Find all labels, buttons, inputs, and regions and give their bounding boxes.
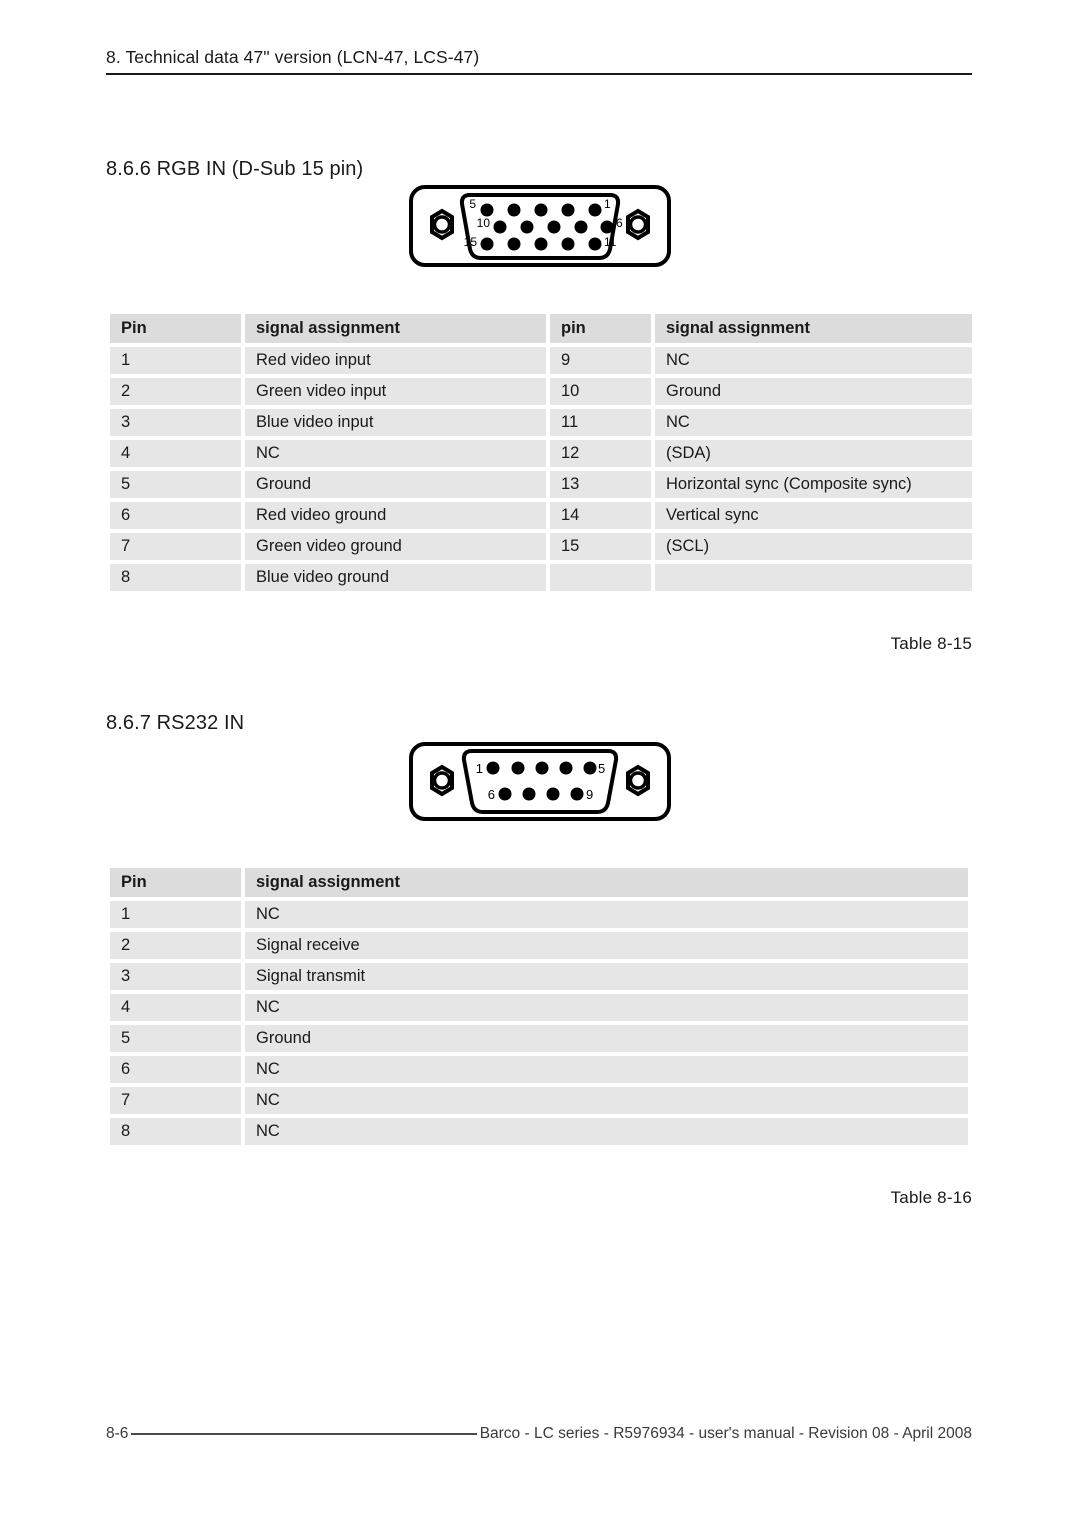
table-row: 5 Ground 13 Horizontal sync (Composite s… bbox=[110, 471, 972, 498]
column-header-pin-right: pin bbox=[550, 314, 651, 343]
table-caption-8-16: Table 8-16 bbox=[890, 1188, 972, 1207]
cell-pin: 8 bbox=[110, 1118, 241, 1145]
svg-text:1: 1 bbox=[476, 761, 483, 776]
svg-text:6: 6 bbox=[616, 216, 623, 230]
cell-pin: 14 bbox=[550, 502, 651, 529]
header-rule bbox=[106, 73, 972, 75]
svg-text:1: 1 bbox=[604, 197, 611, 211]
document-page: 8. Technical data 47" version (LCN-47, L… bbox=[0, 0, 1080, 1528]
rs232-pin-assignment-table: Pin signal assignment 1 NC 2 Signal rece… bbox=[106, 864, 972, 1149]
cell-pin: 4 bbox=[110, 994, 241, 1021]
cell-signal: Ground bbox=[245, 1025, 968, 1052]
cell-pin: 7 bbox=[110, 533, 241, 560]
cell-signal: Ground bbox=[655, 378, 972, 405]
cell-pin: 5 bbox=[110, 1025, 241, 1052]
chapter-title: 8. Technical data 47" version (LCN-47, L… bbox=[106, 47, 480, 67]
cell-signal: Blue video ground bbox=[245, 564, 546, 591]
cell-signal: NC bbox=[655, 409, 972, 436]
page-footer: 8-6 Barco - LC series - R5976934 - user'… bbox=[106, 1425, 972, 1443]
table-row: 3 Signal transmit bbox=[110, 963, 968, 990]
cell-signal: Green video input bbox=[245, 378, 546, 405]
table-row: 7 NC bbox=[110, 1087, 968, 1114]
cell-signal: (SDA) bbox=[655, 440, 972, 467]
cell-pin: 1 bbox=[110, 901, 241, 928]
table-header-row: Pin signal assignment pin signal assignm… bbox=[110, 314, 972, 343]
cell-signal: Signal transmit bbox=[245, 963, 968, 990]
cell-signal: Ground bbox=[245, 471, 546, 498]
cell-signal: NC bbox=[245, 1118, 968, 1145]
cell-pin: 10 bbox=[550, 378, 651, 405]
svg-text:5: 5 bbox=[469, 197, 476, 211]
cell-signal: Horizontal sync (Composite sync) bbox=[655, 471, 972, 498]
cell-pin: 15 bbox=[550, 533, 651, 560]
column-header-signal: signal assignment bbox=[245, 868, 968, 897]
svg-text:6: 6 bbox=[488, 787, 495, 802]
svg-text:11: 11 bbox=[604, 235, 617, 249]
rgb-pin-assignment-table: Pin signal assignment pin signal assignm… bbox=[106, 310, 976, 595]
column-header-signal-left: signal assignment bbox=[245, 314, 546, 343]
table-header-row: Pin signal assignment bbox=[110, 868, 968, 897]
cell-signal: Blue video input bbox=[245, 409, 546, 436]
footer-imprint: Barco - LC series - R5976934 - user's ma… bbox=[479, 1425, 972, 1442]
cell-pin: 12 bbox=[550, 440, 651, 467]
svg-text:9: 9 bbox=[586, 787, 593, 802]
cell-pin: 6 bbox=[110, 502, 241, 529]
cell-pin: 4 bbox=[110, 440, 241, 467]
table-row: 6 NC bbox=[110, 1056, 968, 1083]
table-row: 4 NC 12 (SDA) bbox=[110, 440, 972, 467]
column-header-pin-left: Pin bbox=[110, 314, 241, 343]
section-heading-rgb-in: 8.6.6 RGB IN (D-Sub 15 pin) bbox=[106, 158, 364, 180]
cell-pin-empty bbox=[550, 564, 651, 591]
cell-pin: 9 bbox=[550, 347, 651, 374]
dsub9-connector-diagram: 1 5 6 9 bbox=[408, 740, 672, 826]
cell-pin: 13 bbox=[550, 471, 651, 498]
section-heading-rs232-in: 8.6.7 RS232 IN bbox=[106, 712, 245, 734]
table-row: 7 Green video ground 15 (SCL) bbox=[110, 533, 972, 560]
cell-pin: 2 bbox=[110, 932, 241, 959]
cell-signal-empty bbox=[655, 564, 972, 591]
cell-signal: Red video input bbox=[245, 347, 546, 374]
table-row: 3 Blue video input 11 NC bbox=[110, 409, 972, 436]
dsub15-connector-diagram: 5 1 10 6 15 11 bbox=[408, 183, 672, 273]
table-row: 1 NC bbox=[110, 901, 968, 928]
cell-signal: Signal receive bbox=[245, 932, 968, 959]
svg-text:10: 10 bbox=[477, 216, 491, 230]
table-row: 8 NC bbox=[110, 1118, 968, 1145]
svg-text:5: 5 bbox=[598, 761, 605, 776]
cell-pin: 2 bbox=[110, 378, 241, 405]
table-row: 1 Red video input 9 NC bbox=[110, 347, 972, 374]
table-row: 5 Ground bbox=[110, 1025, 968, 1052]
cell-pin: 7 bbox=[110, 1087, 241, 1114]
table-row: 2 Green video input 10 Ground bbox=[110, 378, 972, 405]
cell-pin: 3 bbox=[110, 409, 241, 436]
cell-signal: (SCL) bbox=[655, 533, 972, 560]
cell-pin: 3 bbox=[110, 963, 241, 990]
cell-pin: 6 bbox=[110, 1056, 241, 1083]
table-caption-8-15: Table 8-15 bbox=[890, 634, 972, 653]
footer-rule bbox=[131, 1433, 477, 1435]
cell-signal: NC bbox=[655, 347, 972, 374]
table-row: 6 Red video ground 14 Vertical sync bbox=[110, 502, 972, 529]
column-header-pin: Pin bbox=[110, 868, 241, 897]
cell-signal: Green video ground bbox=[245, 533, 546, 560]
cell-pin: 1 bbox=[110, 347, 241, 374]
column-header-signal-right: signal assignment bbox=[655, 314, 972, 343]
cell-pin: 8 bbox=[110, 564, 241, 591]
cell-pin: 11 bbox=[550, 409, 651, 436]
cell-pin: 5 bbox=[110, 471, 241, 498]
cell-signal: NC bbox=[245, 440, 546, 467]
cell-signal: Vertical sync bbox=[655, 502, 972, 529]
cell-signal: NC bbox=[245, 901, 968, 928]
page-number: 8-6 bbox=[106, 1425, 129, 1442]
table-row: 2 Signal receive bbox=[110, 932, 968, 959]
running-header: 8. Technical data 47" version (LCN-47, L… bbox=[106, 47, 972, 75]
table-row: 4 NC bbox=[110, 994, 968, 1021]
table-row: 8 Blue video ground bbox=[110, 564, 972, 591]
cell-signal: NC bbox=[245, 1056, 968, 1083]
cell-signal: NC bbox=[245, 1087, 968, 1114]
svg-text:15: 15 bbox=[464, 235, 478, 249]
cell-signal: Red video ground bbox=[245, 502, 546, 529]
cell-signal: NC bbox=[245, 994, 968, 1021]
